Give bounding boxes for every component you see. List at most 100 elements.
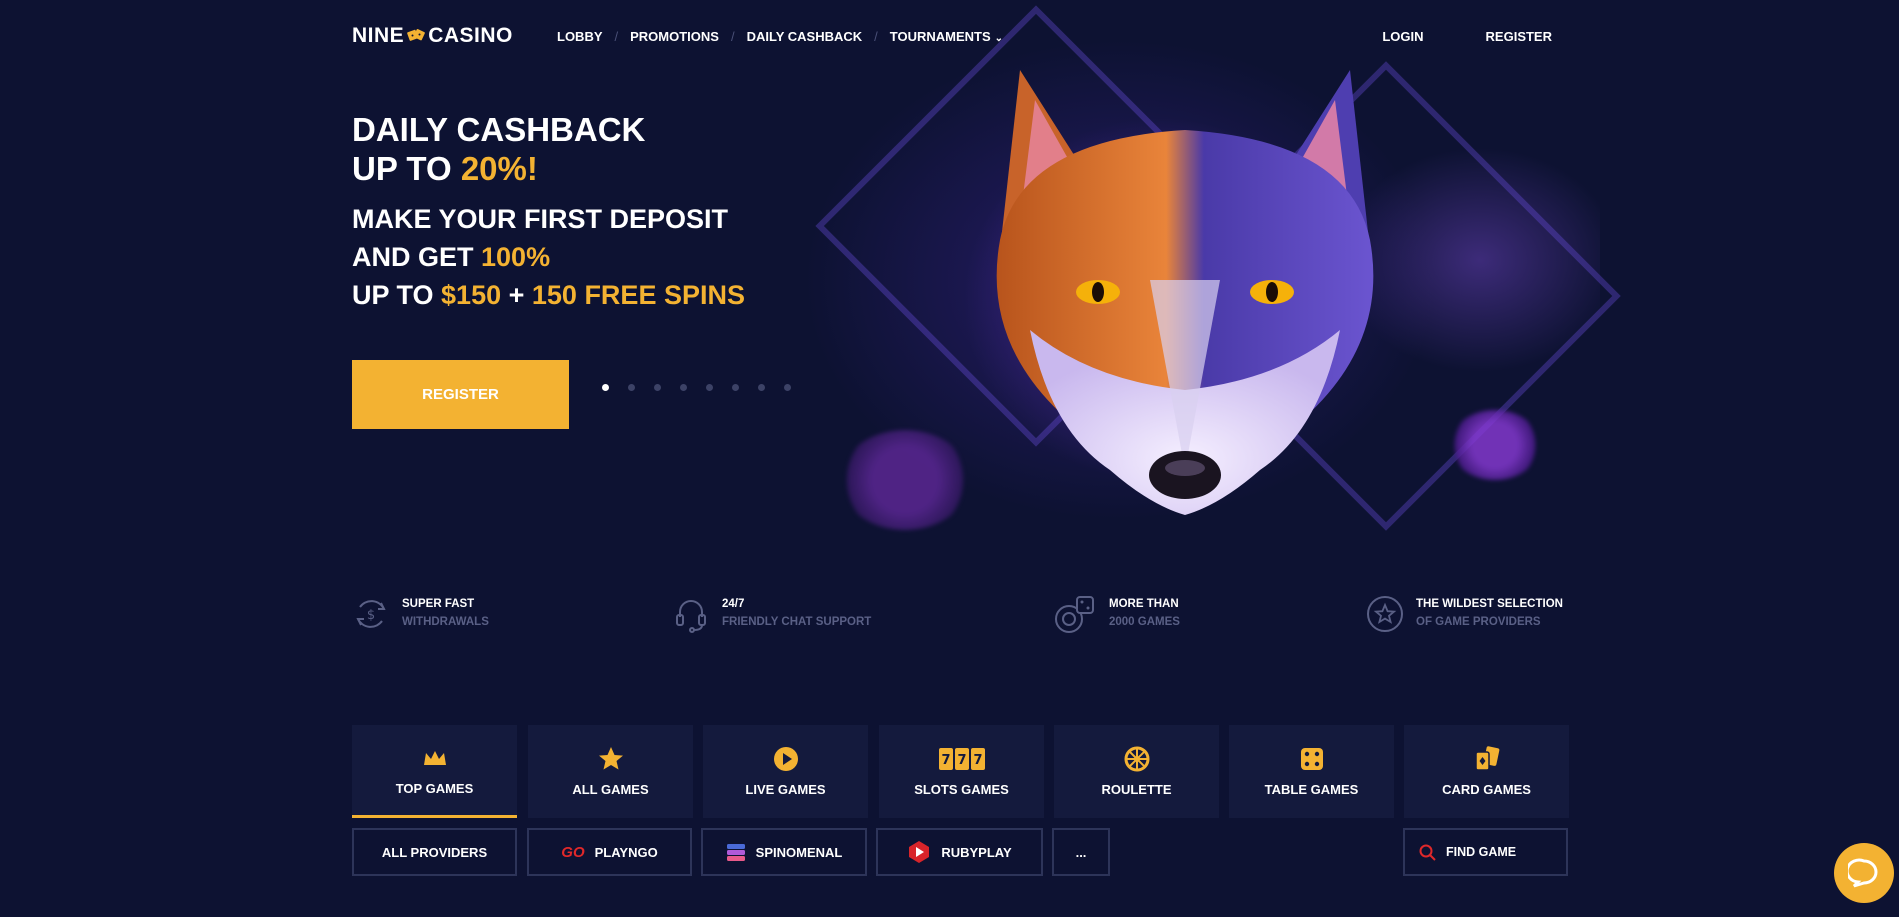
tab-live-games[interactable]: LIVE GAMES — [703, 725, 868, 818]
hero-sub-spins: 150 FREE SPINS — [531, 280, 745, 310]
nav-promotions[interactable]: PROMOTIONS — [630, 29, 719, 44]
find-game-field[interactable] — [1403, 828, 1568, 876]
tab-label: SLOTS GAMES — [914, 782, 1009, 797]
tab-label: TOP GAMES — [395, 780, 474, 796]
slider-dot[interactable] — [732, 384, 739, 391]
slider-dot[interactable] — [758, 384, 765, 391]
wolf-illustration — [996, 70, 1374, 515]
chevron-down-icon: ⌄ — [994, 33, 1004, 44]
logo-text-right: CASINO — [428, 24, 513, 47]
star-icon — [598, 747, 623, 770]
feature-providers: THE WILDEST SELECTION OF GAME PROVIDERS — [1366, 595, 1563, 633]
feature-subtitle: WITHDRAWALS — [402, 616, 489, 628]
svg-text:7: 7 — [957, 753, 966, 768]
find-game-input[interactable] — [1444, 844, 1558, 860]
hero-sub-line2-highlight: 100% — [481, 242, 551, 272]
page: NINE CASINO LOBBY / PROMOTIONS / DAILY C… — [0, 0, 1899, 917]
chip-dice-icon — [1055, 596, 1094, 633]
roulette-icon — [1124, 746, 1149, 772]
dollar-refresh-icon: $ — [356, 600, 386, 628]
provider-spinomenal[interactable]: SPINOMENAL — [701, 828, 867, 876]
hero-title-prefix: UP TO — [352, 150, 461, 187]
slider-dots — [602, 384, 810, 391]
nav-daily-cashback[interactable]: DAILY CASHBACK — [747, 29, 863, 44]
hero-sub-line2-prefix: AND GET — [352, 242, 482, 272]
headset-icon — [676, 600, 706, 633]
provider-more-button[interactable]: ... — [1052, 828, 1110, 876]
slots-777-icon: 7 7 7 — [938, 748, 985, 770]
slider-dot[interactable] — [602, 384, 609, 391]
svg-text:7: 7 — [973, 753, 982, 768]
feature-subtitle: FRIENDLY CHAT SUPPORT — [722, 616, 872, 628]
hero-title-line1: DAILY CASHBACK — [352, 111, 646, 148]
nav-separator: / — [730, 29, 735, 44]
slider-dot[interactable] — [628, 384, 635, 391]
feature-fast-withdrawals: $ SUPER FAST WITHDRAWALS — [352, 595, 489, 633]
hero-title: DAILY CASHBACK UP TO 20%! — [352, 110, 645, 188]
cards-icon — [1474, 746, 1499, 771]
dice-icon — [1300, 748, 1323, 770]
svg-text:7: 7 — [941, 753, 950, 768]
feature-title: SUPER FAST — [402, 598, 475, 610]
rubyplay-logo-icon — [909, 841, 930, 863]
tab-label: CARD GAMES — [1442, 782, 1531, 797]
tab-label: ROULETTE — [1101, 782, 1172, 797]
provider-rubyplay[interactable]: RUBYPLAY — [876, 828, 1043, 876]
tab-table-games[interactable]: TABLE GAMES — [1229, 725, 1394, 818]
hero-sub-line2: AND GET 100% — [352, 238, 745, 276]
tab-label: ALL GAMES — [572, 782, 649, 797]
provider-all[interactable]: ALL PROVIDERS — [352, 828, 517, 876]
hero-sub-plus: + — [501, 280, 532, 310]
feature-subtitle: 2000 GAMES — [1109, 616, 1180, 628]
tab-card-games[interactable]: CARD GAMES — [1404, 725, 1569, 818]
nav-separator: / — [874, 29, 878, 44]
provider-label: RUBYPLAY — [941, 844, 1012, 860]
play-icon — [773, 747, 798, 771]
slider-dot[interactable] — [784, 384, 791, 391]
register-link[interactable]: REGISTER — [1486, 29, 1552, 44]
star-circle-icon — [1367, 596, 1403, 632]
hero-title-highlight: 20%! — [460, 150, 538, 187]
logo-text-left: NINE — [352, 24, 405, 47]
crown-icon — [423, 750, 446, 765]
live-chat-button[interactable] — [1834, 843, 1894, 903]
svg-text:$: $ — [367, 608, 375, 623]
slider-dot[interactable] — [680, 384, 687, 391]
provider-more-label: ... — [1075, 844, 1087, 860]
provider-label: PLAYNGO — [594, 844, 658, 860]
login-link[interactable]: LOGIN — [1382, 29, 1423, 44]
nav-tournaments[interactable]: TOURNAMENTS ⌄ — [890, 29, 1003, 44]
hero-sub-line3-prefix: UP TO — [352, 280, 442, 310]
feature-title: MORE THAN — [1109, 598, 1179, 610]
nav-lobby[interactable]: LOBBY — [557, 29, 603, 44]
site-header: NINE CASINO LOBBY / PROMOTIONS / DAILY C… — [352, 22, 1552, 52]
feature-subtitle: OF GAME PROVIDERS — [1416, 616, 1541, 628]
hero-title-line2: UP TO 20%! — [352, 149, 645, 188]
tab-all-games[interactable]: ALL GAMES — [528, 725, 693, 818]
feature-title: THE WILDEST SELECTION — [1416, 598, 1563, 610]
tab-top-games[interactable]: TOP GAMES — [352, 725, 517, 818]
hero-sub-amount: $150 — [441, 280, 502, 310]
feature-chat-support: 24/7 FRIENDLY CHAT SUPPORT — [672, 595, 871, 633]
auth-links: LOGIN REGISTER — [1382, 29, 1552, 44]
nav-tournaments-label: TOURNAMENTS — [889, 29, 991, 44]
hero-register-button[interactable]: REGISTER — [352, 360, 569, 429]
poker-chip — [840, 430, 970, 530]
slider-dot[interactable] — [654, 384, 661, 391]
tab-label: LIVE GAMES — [745, 782, 826, 797]
poker-chip — [1450, 410, 1540, 480]
provider-label: ALL PROVIDERS — [381, 844, 488, 860]
feature-title: 24/7 — [722, 598, 745, 610]
nav-separator: / — [614, 29, 619, 44]
tab-roulette[interactable]: ROULETTE — [1054, 725, 1219, 818]
chat-bubble-icon — [1848, 858, 1878, 888]
hero-sub-line3: UP TO $150 + 150 FREE SPINS — [352, 276, 745, 314]
search-icon — [1419, 844, 1436, 861]
provider-label: SPINOMENAL — [755, 844, 843, 860]
spinomenal-logo-icon — [726, 844, 745, 861]
site-logo[interactable]: NINE CASINO — [352, 24, 513, 48]
slider-dot[interactable] — [706, 384, 713, 391]
provider-playngo[interactable]: GO PLAYNGO — [527, 828, 692, 876]
feature-more-games: MORE THAN 2000 GAMES — [1053, 595, 1180, 635]
tab-slots-games[interactable]: 7 7 7 SLOTS GAMES — [879, 725, 1044, 818]
